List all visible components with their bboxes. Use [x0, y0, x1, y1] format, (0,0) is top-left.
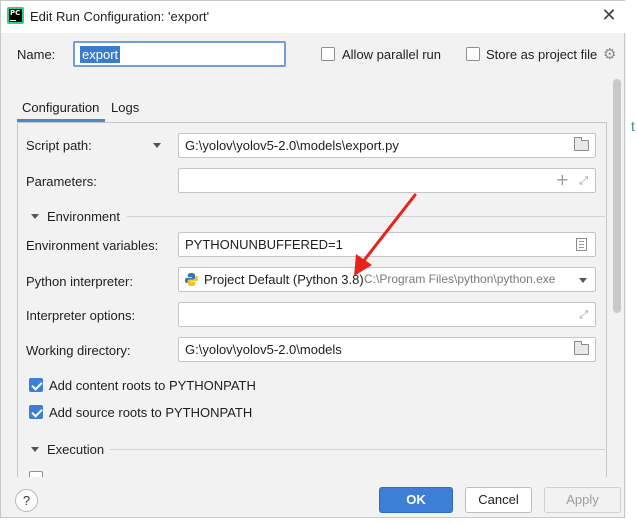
title-bar: PC Edit Run Configuration: 'export' ✕	[1, 1, 626, 33]
configuration-panel: Script path: G:\yolov\yolov5-2.0\models\…	[17, 122, 607, 477]
python-icon	[184, 272, 199, 287]
folder-browse-icon[interactable]	[574, 341, 589, 355]
expand-icon[interactable]: ⤢	[579, 308, 588, 322]
working-directory-field[interactable]: G:\yolov\yolov5-2.0\models	[178, 337, 596, 362]
section-divider	[110, 449, 605, 450]
parameters-field[interactable]: + ⤢	[178, 168, 596, 193]
environment-variables-label: Environment variables:	[26, 238, 159, 253]
help-button[interactable]: ?	[15, 489, 38, 512]
name-label: Name:	[17, 47, 56, 62]
tab-configuration[interactable]: Configuration	[22, 100, 99, 115]
allow-parallel-run-label: Allow parallel run	[342, 47, 441, 62]
edit-env-vars-icon[interactable]	[576, 238, 587, 251]
add-source-roots-label: Add source roots to PYTHONPATH	[49, 405, 253, 420]
name-input[interactable]: export	[73, 41, 286, 67]
interpreter-path: C:\Program Files\python\python.exe	[364, 272, 556, 286]
run-configuration-dialog: PC Edit Run Configuration: 'export' ✕ Na…	[0, 0, 626, 518]
apply-button[interactable]: Apply	[544, 487, 621, 513]
working-directory-label: Working directory:	[26, 343, 131, 358]
add-parameter-icon[interactable]: +	[556, 170, 569, 189]
window-title: Edit Run Configuration: 'export'	[30, 9, 210, 24]
background-editor-edge: t	[626, 0, 638, 525]
environment-section-label: Environment	[47, 209, 120, 224]
close-icon[interactable]: ✕	[599, 6, 619, 26]
interpreter-options-field[interactable]: ⤢	[178, 302, 596, 327]
interpreter-options-label: Interpreter options:	[26, 308, 136, 323]
background-editor-strip	[0, 518, 638, 525]
script-path-field[interactable]: G:\yolov\yolov5-2.0\models\export.py	[178, 133, 596, 158]
section-divider	[127, 216, 605, 217]
vertical-scrollbar[interactable]	[613, 79, 621, 313]
chevron-down-icon[interactable]	[579, 278, 587, 283]
tab-logs[interactable]: Logs	[111, 100, 139, 115]
add-content-roots-label: Add content roots to PYTHONPATH	[49, 378, 256, 393]
ok-button[interactable]: OK	[379, 487, 453, 513]
allow-parallel-run-checkbox[interactable]	[321, 47, 335, 61]
environment-variables-field[interactable]: PYTHONUNBUFFERED=1	[178, 232, 596, 257]
collapse-execution-icon[interactable]	[31, 447, 39, 452]
store-as-project-file-checkbox[interactable]	[466, 47, 480, 61]
execution-option-checkbox[interactable]	[29, 471, 43, 477]
collapse-environment-icon[interactable]	[31, 214, 39, 219]
python-interpreter-label: Python interpreter:	[26, 274, 133, 289]
python-interpreter-select[interactable]: Project Default (Python 3.8) C:\Program …	[178, 267, 596, 292]
gear-icon[interactable]: ⚙	[603, 46, 619, 62]
execution-section-label: Execution	[47, 442, 105, 457]
script-type-dropdown-icon[interactable]	[153, 143, 161, 148]
name-input-value: export	[80, 46, 121, 63]
pycharm-logo-icon: PC	[7, 7, 24, 24]
add-source-roots-checkbox[interactable]	[29, 405, 43, 419]
parameters-label: Parameters:	[26, 174, 97, 189]
cancel-button[interactable]: Cancel	[465, 487, 532, 513]
store-as-project-file-label: Store as project file	[486, 47, 598, 62]
folder-browse-icon[interactable]	[574, 137, 589, 151]
script-path-label: Script path:	[26, 138, 92, 153]
add-content-roots-checkbox[interactable]	[29, 378, 43, 392]
expand-icon[interactable]: ⤢	[579, 174, 588, 188]
